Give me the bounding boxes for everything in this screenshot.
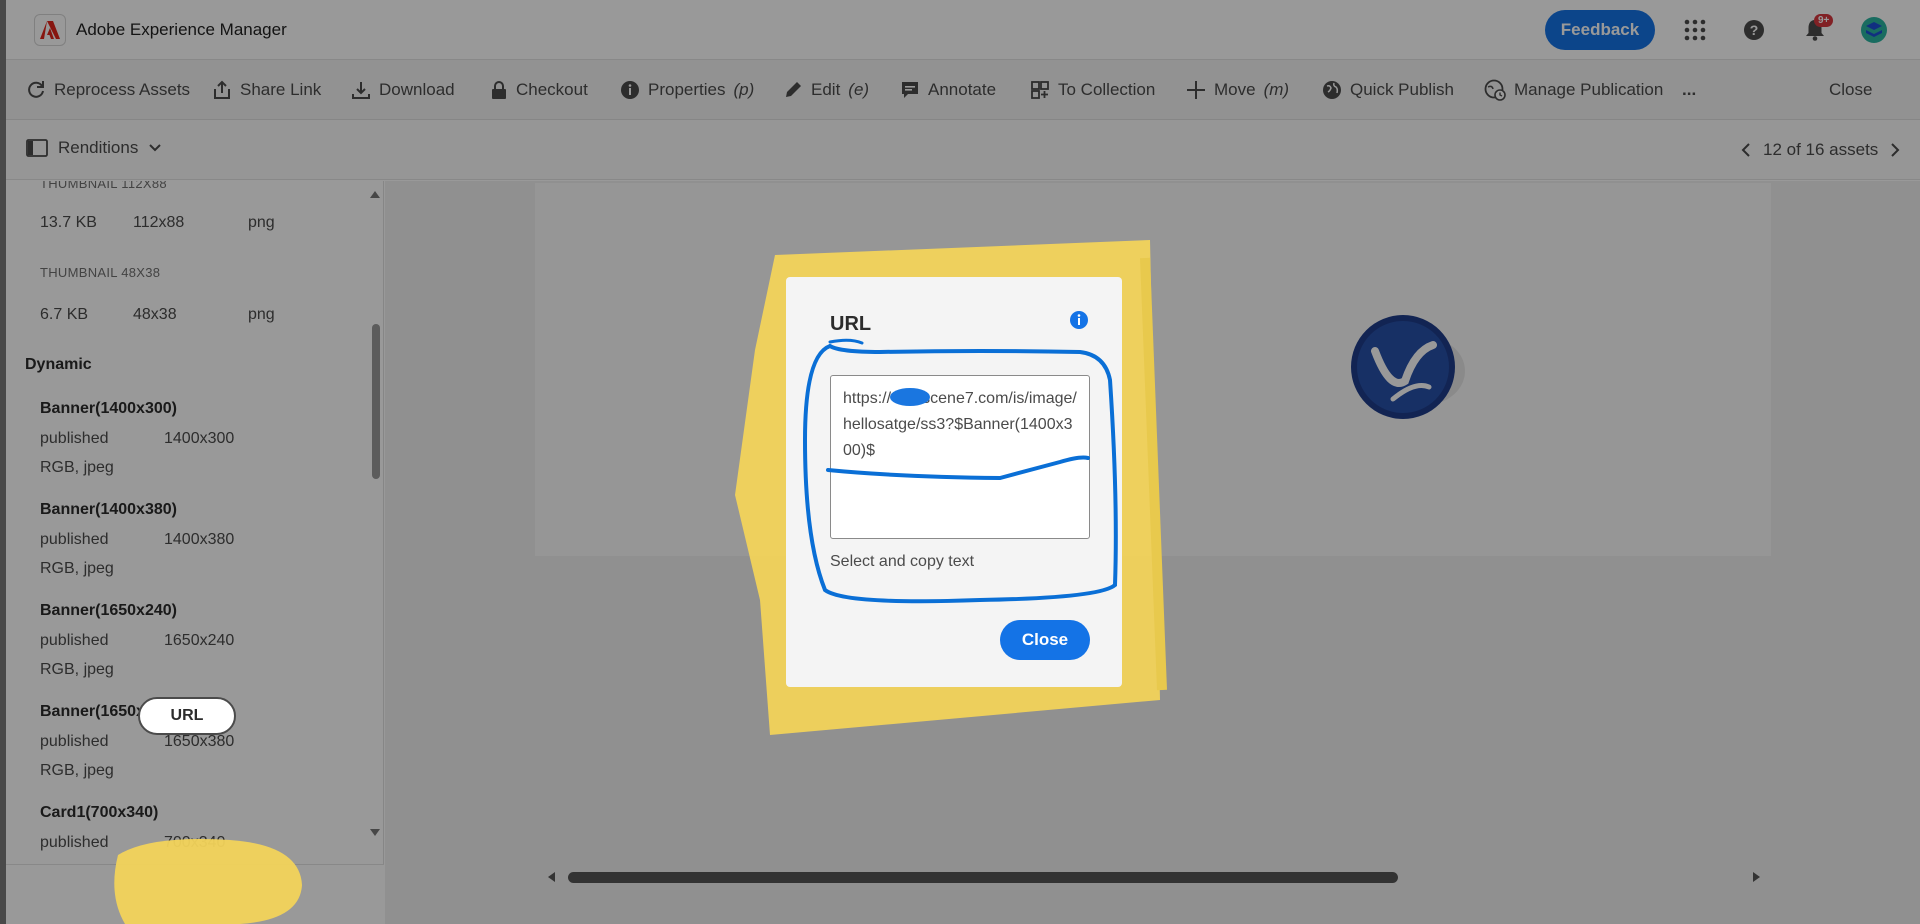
url-button[interactable]: URL bbox=[138, 697, 236, 735]
url-textarea[interactable]: https:// scene7.com/is/image/hellosatge/… bbox=[830, 375, 1090, 539]
info-icon[interactable] bbox=[1069, 310, 1089, 330]
dialog-title: URL bbox=[830, 313, 872, 335]
helper-text: Select and copy text bbox=[830, 553, 975, 570]
dialog-close-button[interactable]: Close bbox=[1000, 620, 1090, 660]
url-dialog: URL https:// scene7.com/is/image/hellosa… bbox=[786, 277, 1122, 687]
